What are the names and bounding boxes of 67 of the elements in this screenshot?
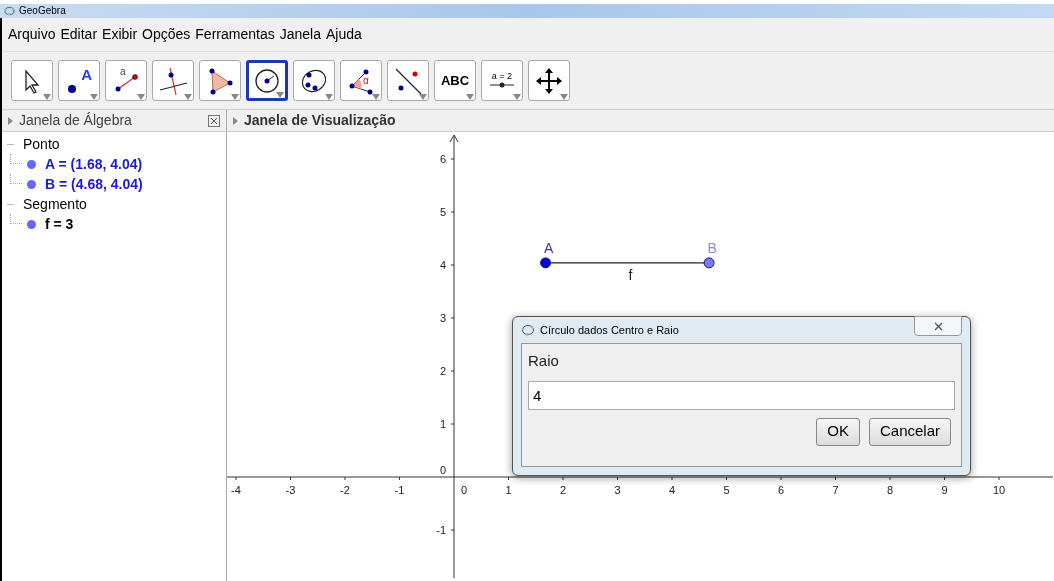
- tool-button[interactable]: a = 2: [481, 60, 523, 101]
- dialog-button[interactable]: OK: [816, 417, 860, 446]
- group-label: Segmento: [23, 194, 87, 214]
- tick-label: 9: [941, 484, 948, 496]
- tick-label: 3: [614, 484, 621, 496]
- app-logo-icon: [4, 6, 15, 16]
- segment-label: f: [628, 266, 633, 283]
- tick-label: 1: [505, 484, 512, 496]
- tick-label: -1: [394, 484, 405, 496]
- tool-button[interactable]: α: [340, 60, 382, 101]
- tick-label: 5: [439, 206, 446, 218]
- object-definition[interactable]: f = 3: [45, 213, 74, 235]
- collapse-triangle-icon[interactable]: [8, 116, 13, 125]
- object-definition[interactable]: B = (4.68, 4.04): [45, 173, 143, 195]
- dialog-title: Círculo dados Centro e Raio: [540, 322, 679, 338]
- tick-label: 10: [992, 484, 1006, 496]
- tick-label: -2: [340, 484, 350, 496]
- tool-button[interactable]: A: [58, 60, 100, 101]
- dialog-button[interactable]: Cancelar: [868, 417, 951, 446]
- panel-title: Janela de Álgebra: [19, 111, 133, 130]
- tool-button[interactable]: [293, 60, 335, 101]
- tool-button[interactable]: [246, 60, 288, 101]
- field-label: Raio: [528, 351, 560, 371]
- close-button[interactable]: [914, 316, 962, 336]
- tick-label: 4: [439, 259, 446, 271]
- menu-item[interactable]: Ajuda: [325, 24, 362, 45]
- menu-item[interactable]: Editar: [60, 24, 98, 45]
- tool-button[interactable]: [199, 60, 241, 101]
- tick-label: 0: [460, 484, 468, 496]
- menu-item[interactable]: Exibir: [102, 24, 138, 45]
- tool-button[interactable]: [528, 60, 570, 101]
- point-label: A: [543, 239, 554, 256]
- input-field[interactable]: 4: [528, 380, 955, 410]
- tick-label: -1: [436, 524, 446, 536]
- tool-button[interactable]: a: [105, 60, 147, 101]
- point-label: B: [707, 239, 717, 256]
- tick-label: 3: [439, 312, 446, 324]
- tool-button[interactable]: [152, 60, 194, 101]
- object-definition[interactable]: A = (1.68, 4.04): [45, 153, 143, 175]
- tick-label: 2: [559, 484, 567, 496]
- tick-label: 1: [439, 418, 446, 430]
- tool-button[interactable]: [387, 60, 429, 101]
- menu-item[interactable]: Opções: [142, 24, 191, 45]
- tool-button[interactable]: ABC: [434, 60, 476, 101]
- tick-label: 8: [886, 484, 894, 496]
- tick-label: 5: [723, 484, 730, 496]
- perpendicular-line-icon: [158, 65, 188, 96]
- tick-label: 2: [439, 365, 446, 377]
- collapse-triangle-icon[interactable]: [233, 116, 238, 125]
- point[interactable]: [703, 257, 715, 269]
- group-label: Ponto: [23, 134, 60, 154]
- tool-button[interactable]: [11, 60, 53, 101]
- menu-item[interactable]: Ferramentas: [195, 24, 275, 45]
- app-logo-icon: [521, 324, 535, 336]
- text-tool-label: ABC: [440, 71, 470, 90]
- tick-label: 7: [832, 484, 839, 496]
- panel-title: Janela de Visualização: [244, 111, 396, 130]
- tick-label: 6: [439, 153, 446, 165]
- tick-label: 4: [668, 484, 676, 496]
- tick-label: 0: [439, 464, 446, 476]
- menu-item[interactable]: Arquivo: [8, 24, 56, 45]
- menu-item[interactable]: Janela: [279, 24, 321, 45]
- tick-label: -3: [285, 484, 296, 496]
- tick-label: 6: [777, 484, 785, 496]
- point[interactable]: [540, 257, 552, 269]
- tick-label: -4: [231, 484, 241, 496]
- window-title: GeoGebra: [19, 6, 66, 16]
